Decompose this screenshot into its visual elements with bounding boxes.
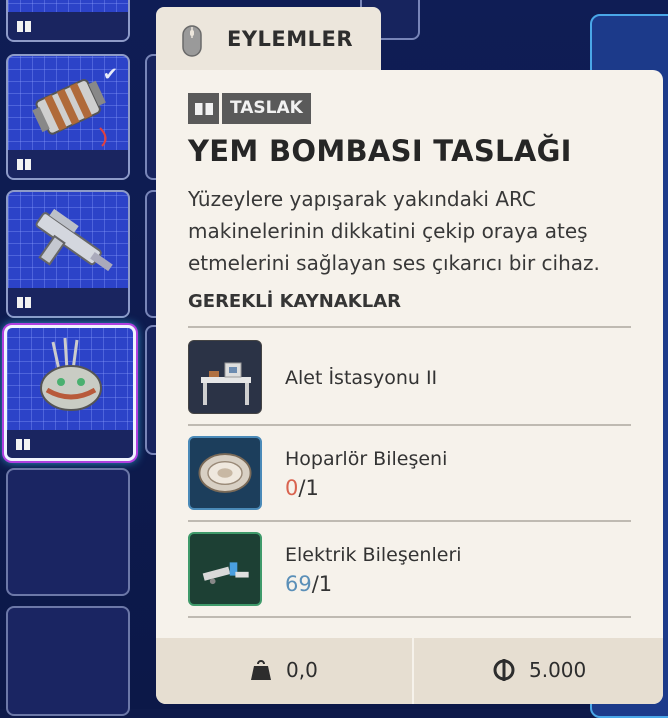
requirement-name: Alet İstasyonu II — [285, 367, 438, 389]
coin-icon — [493, 659, 515, 681]
item-title: YEM BOMBASI TASLAĞI — [188, 134, 572, 168]
item-tooltip-card: TASLAK YEM BOMBASI TASLAĞI Yüzeylere yap… — [156, 70, 663, 704]
book-icon — [17, 21, 31, 32]
electrical-components-icon — [188, 532, 262, 606]
requirement-item: Alet İstasyonu II — [188, 340, 631, 434]
requirement-name: Elektrik Bileşenleri — [285, 544, 462, 566]
requirement-name: Hoparlör Bileşeni — [285, 448, 448, 470]
requirement-need: /1 — [311, 572, 333, 596]
requirement-item: Hoparlör Bileşeni 0/1 — [188, 436, 631, 530]
book-icon — [16, 439, 30, 450]
inventory-slot-partial[interactable] — [6, 0, 130, 42]
item-description: Yüzeylere yapışarak yakındaki ARC makine… — [188, 187, 600, 275]
actions-tab-label: EYLEMLER — [227, 27, 354, 51]
requirement-count: 69/1 — [285, 572, 332, 596]
lure-bomb-item-icon — [40, 337, 102, 411]
requirements-heading: GEREKLİ KAYNAKLAR — [188, 291, 402, 312]
owned-check-icon: ✔ — [102, 64, 118, 85]
book-icon — [17, 297, 31, 308]
weight-icon — [251, 660, 271, 680]
mouse-icon — [182, 25, 202, 57]
divider — [188, 520, 631, 522]
item-price: 5.000 — [529, 658, 587, 682]
requirement-have: 0 — [285, 476, 299, 500]
blueprint-badge: TASLAK — [188, 93, 311, 124]
inventory-slot[interactable]: ✔ — [6, 54, 130, 180]
book-icon — [17, 159, 31, 170]
weapon-blueprint-icon — [35, 208, 113, 272]
requirement-have: 69 — [285, 572, 312, 596]
requirement-count: 0/1 — [285, 476, 319, 500]
inventory-slot-empty[interactable] — [6, 606, 130, 716]
inventory-slot-empty[interactable] — [6, 468, 130, 596]
divider — [188, 424, 631, 426]
actions-tab[interactable]: EYLEMLER — [156, 7, 381, 73]
speaker-component-icon — [188, 436, 262, 510]
workbench-icon — [188, 340, 262, 414]
divider — [188, 326, 631, 328]
divider — [188, 616, 631, 618]
badge-label: TASLAK — [222, 93, 311, 124]
inventory-slot[interactable] — [6, 190, 130, 318]
tooltip-footer: 0,0 5.000 — [156, 638, 663, 704]
requirement-item: Elektrik Bileşenleri 69/1 — [188, 532, 631, 626]
requirement-need: /1 — [298, 476, 319, 500]
item-weight: 0,0 — [286, 658, 318, 682]
inventory-slot-selected[interactable] — [4, 325, 136, 461]
book-icon — [188, 93, 219, 124]
